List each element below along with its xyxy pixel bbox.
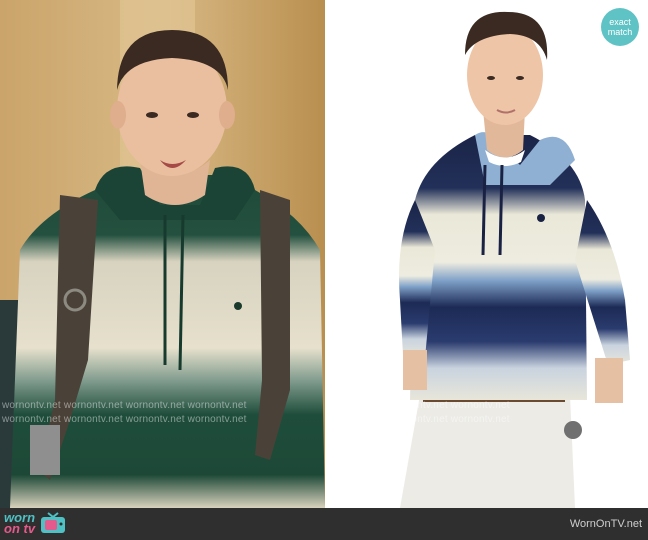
wornontv-logo[interactable]: worn on tv xyxy=(4,511,67,536)
product-illustration xyxy=(399,11,630,508)
badge-line-1: exact xyxy=(609,17,631,27)
product-photo: wornontv.net wornontv.net wornontv.net w… xyxy=(325,0,648,508)
tv-still-illustration xyxy=(0,0,325,508)
watermark-text: wornontv.net wornontv.net wornontv.net xyxy=(327,414,510,425)
site-url[interactable]: WornOnTV.net xyxy=(570,518,642,530)
watermark-text: wornontv.net wornontv.net wornontv.net w… xyxy=(2,400,247,411)
exact-match-badge: exact match xyxy=(601,8,639,46)
footer-bar: worn on tv WornOnTV.net xyxy=(0,508,648,540)
watermark-text: wornontv.net wornontv.net wornontv.net xyxy=(327,400,510,411)
tv-still-photo: wornontv.net wornontv.net wornontv.net w… xyxy=(0,0,325,508)
logo-text-ontv: on tv xyxy=(4,521,36,536)
badge-line-2: match xyxy=(607,27,633,37)
watermark-text: wornontv.net wornontv.net wornontv.net w… xyxy=(2,414,247,425)
tv-icon xyxy=(41,512,66,533)
